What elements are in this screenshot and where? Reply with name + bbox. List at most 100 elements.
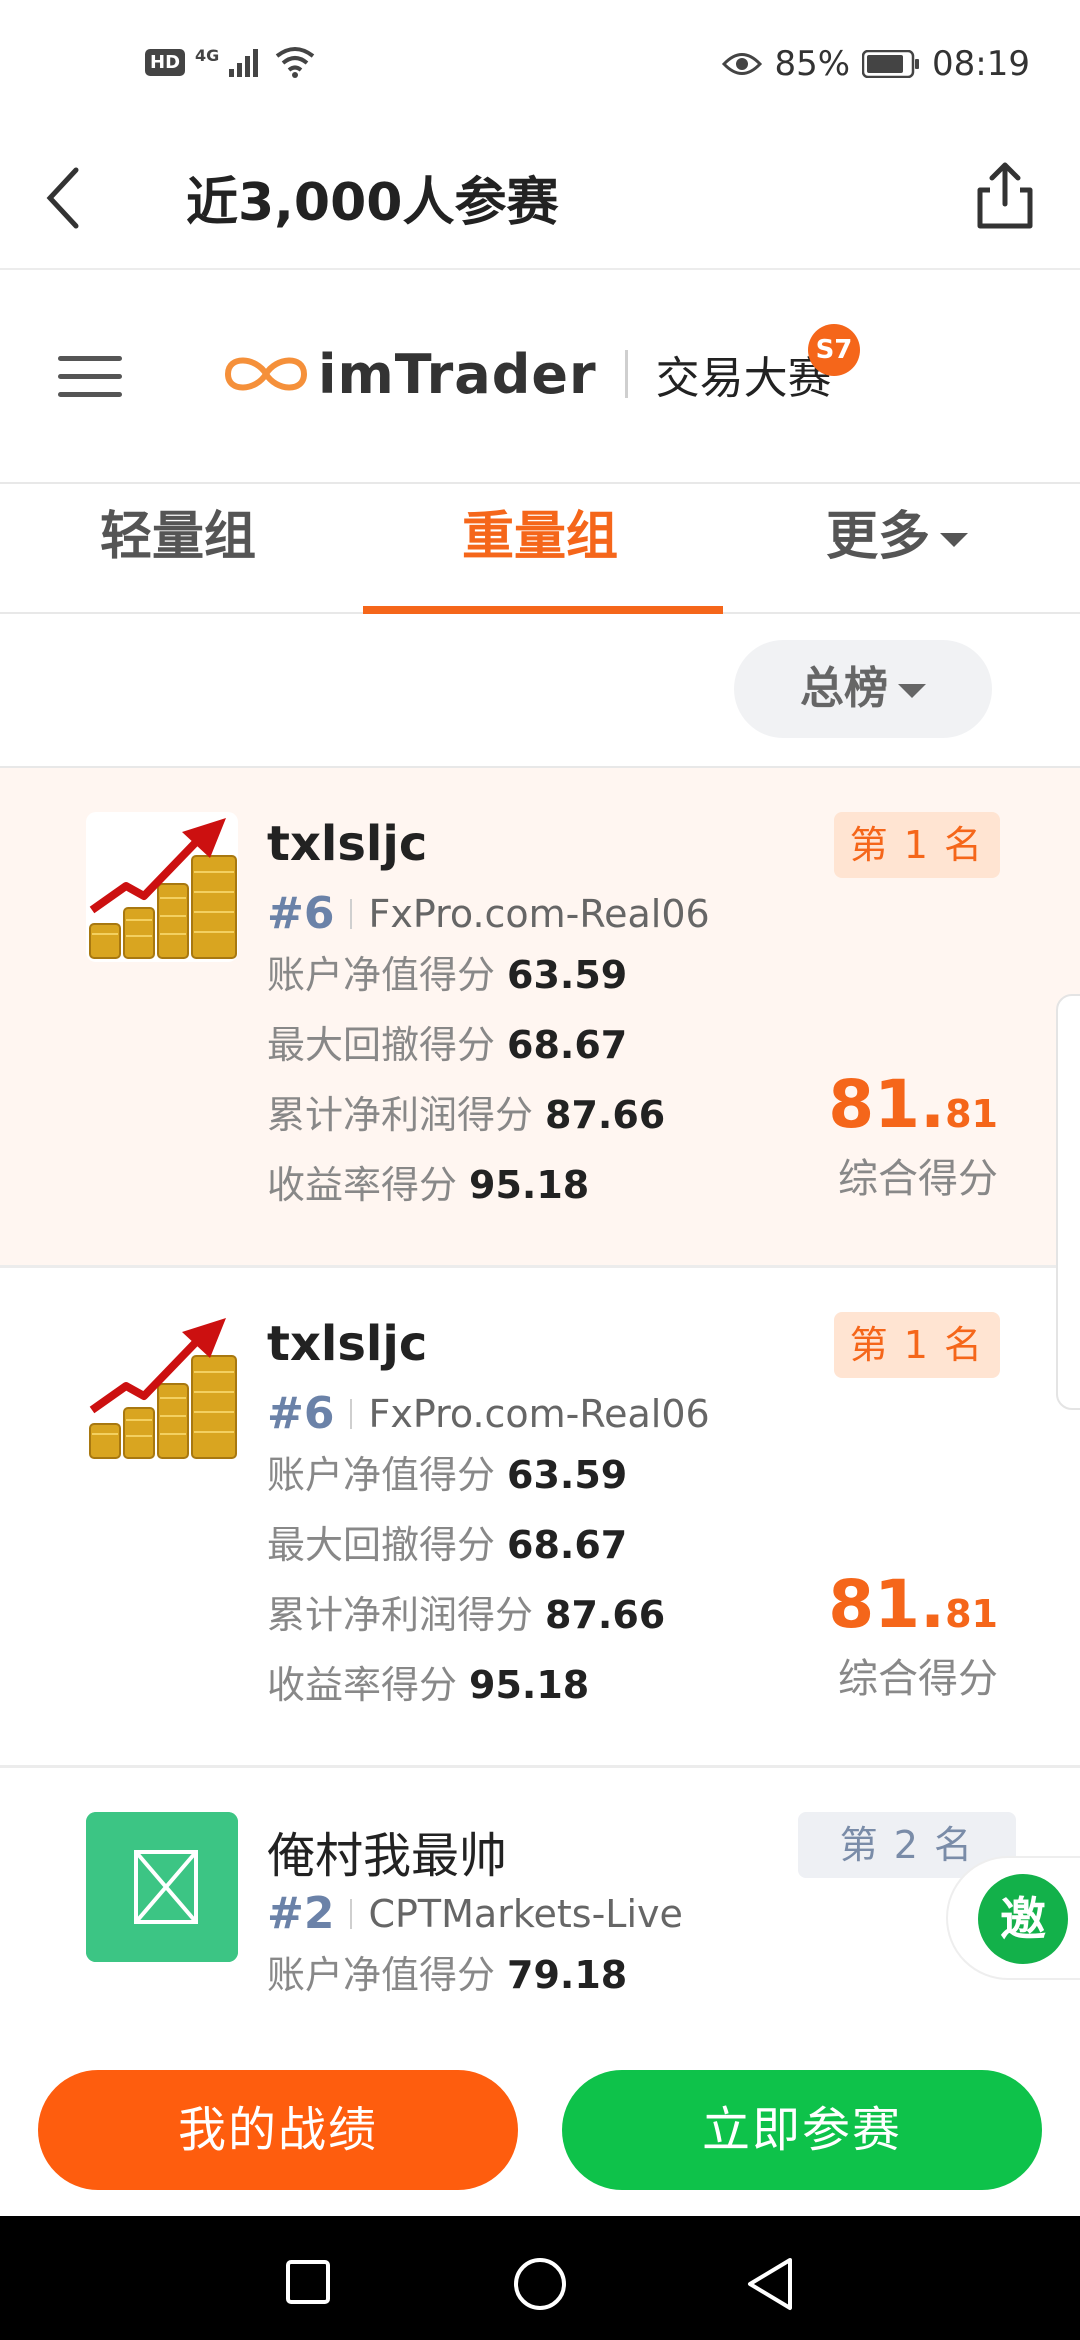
metric-row: 最大回撤得分 68.67 (267, 1014, 627, 1069)
score-integer: 81. (828, 1566, 946, 1643)
ranking-filter-button[interactable]: 总榜 (734, 640, 992, 738)
hd-icon: HD (145, 48, 186, 76)
bottom-action-bar: 我的战绩 立即参赛 (0, 2010, 1080, 2216)
status-bar: HD 4G 85% 08:19 (0, 0, 1080, 130)
network-label: 4G (195, 46, 220, 65)
group-tabs: 轻量组 重量组 更多 (0, 482, 1080, 614)
account-info: #2 CPTMarkets-Live (267, 1888, 683, 1939)
invite-floating-button[interactable]: 邀 (946, 1856, 1080, 1980)
side-drawer-handle[interactable] (1056, 994, 1080, 1410)
brand-row: imTrader 交易大赛 S7 (0, 272, 1080, 480)
score-label: 综合得分 (838, 1156, 998, 1202)
filter-label: 总榜 (800, 663, 888, 714)
active-tab-indicator (363, 606, 723, 614)
title-bar: 近3,000人参赛 (0, 130, 1080, 270)
metric-row: 收益率得分 95.18 (267, 1154, 589, 1209)
brand-subtitle: 交易大赛 (655, 353, 832, 404)
metric-label: 账户净值得分 (267, 953, 496, 997)
divider (350, 1898, 353, 1929)
leaderboard-entry[interactable]: txlsljc #6 FxPro.com-Real06 账户净值得分 63.59 … (0, 1268, 1080, 1768)
metric-value: 79.18 (507, 1953, 628, 1997)
server-name: FxPro.com-Real06 (368, 891, 710, 936)
account-id: #6 (267, 1388, 335, 1439)
metric-value: 87.66 (545, 1593, 666, 1637)
tab-heavy[interactable]: 重量组 (462, 494, 618, 569)
metric-row: 账户净值得分 63.59 (267, 944, 627, 999)
image-placeholder-icon (86, 1812, 238, 1962)
tab-more-label: 更多 (826, 507, 931, 567)
my-record-button[interactable]: 我的战绩 (38, 2070, 518, 2190)
tab-more[interactable]: 更多 (826, 494, 969, 569)
invite-icon: 邀 (978, 1874, 1068, 1964)
nav-back-icon[interactable] (744, 2256, 796, 2312)
score-decimal: 81 (945, 1092, 998, 1136)
metric-label: 累计净利润得分 (267, 1093, 534, 1137)
total-score: 81.81 (828, 1066, 998, 1143)
chevron-down-icon (898, 684, 926, 698)
metric-label: 最大回撤得分 (267, 1523, 496, 1567)
metric-label: 账户净值得分 (267, 1453, 496, 1497)
join-now-button[interactable]: 立即参赛 (562, 2070, 1042, 2190)
metric-label: 账户净值得分 (267, 1953, 496, 1997)
battery-icon (862, 50, 920, 78)
metric-row: 收益率得分 95.18 (267, 1654, 589, 1709)
wifi-icon (276, 47, 315, 78)
username: 俺村我最帅 (267, 1828, 508, 1884)
hamburger-menu-icon[interactable] (58, 356, 122, 400)
battery-percent: 85% (774, 44, 851, 84)
tab-light[interactable]: 轻量组 (100, 494, 256, 569)
recent-apps-icon[interactable] (284, 2258, 332, 2306)
season-badge: S7 (808, 324, 860, 376)
filter-row: 总榜 (0, 616, 1080, 768)
account-info: #6 FxPro.com-Real06 (267, 888, 710, 939)
home-icon[interactable] (512, 2256, 568, 2312)
logo-text: imTrader (318, 342, 597, 406)
back-arrow-icon[interactable] (36, 158, 96, 238)
share-icon[interactable] (970, 156, 1040, 236)
divider (350, 898, 353, 929)
metric-row: 最大回撤得分 68.67 (267, 1514, 627, 1569)
metric-value: 95.18 (469, 1163, 590, 1207)
avatar (86, 1312, 238, 1462)
metric-value: 68.67 (507, 1023, 628, 1067)
rank-badge: 第 1 名 (833, 1312, 1000, 1378)
username: txlsljc (267, 816, 428, 872)
brand-divider (624, 350, 628, 398)
page-title: 近3,000人参赛 (186, 173, 559, 233)
avatar-placeholder (86, 1812, 238, 1962)
clock: 08:19 (932, 44, 1030, 84)
score-integer: 81. (828, 1066, 946, 1143)
username: txlsljc (267, 1316, 428, 1372)
total-score: 81.81 (828, 1566, 998, 1643)
metric-value: 95.18 (469, 1663, 590, 1707)
signal-icon (229, 49, 259, 77)
system-nav-bar (0, 2216, 1080, 2340)
metric-value: 63.59 (507, 1453, 628, 1497)
score-label: 综合得分 (838, 1656, 998, 1702)
metric-label: 收益率得分 (267, 1663, 458, 1707)
metric-row: 累计净利润得分 87.66 (267, 1584, 665, 1639)
leaderboard-entry[interactable]: txlsljc #6 FxPro.com-Real06 账户净值得分 63.59 … (0, 768, 1080, 1268)
metric-row: 账户净值得分 79.18 (267, 1944, 627, 1999)
metric-row: 累计净利润得分 87.66 (267, 1084, 665, 1139)
avatar (86, 812, 238, 962)
metric-value: 87.66 (545, 1093, 666, 1137)
divider (350, 1398, 353, 1429)
metric-row: 账户净值得分 63.59 (267, 1444, 627, 1499)
rank-badge: 第 1 名 (833, 812, 1000, 878)
metric-value: 63.59 (507, 953, 628, 997)
leaderboard-entry[interactable]: 俺村我最帅 #2 CPTMarkets-Live 账户净值得分 79.18 第 2… (0, 1768, 1080, 2010)
metric-label: 最大回撤得分 (267, 1023, 496, 1067)
metric-label: 累计净利润得分 (267, 1593, 534, 1637)
metric-value: 68.67 (507, 1523, 628, 1567)
metric-label: 收益率得分 (267, 1163, 458, 1207)
gold-coins-chart-icon (86, 812, 238, 962)
score-decimal: 81 (945, 1592, 998, 1636)
gold-coins-chart-icon (86, 1312, 238, 1462)
eye-icon (722, 53, 763, 75)
brand-logo: imTrader 交易大赛 (220, 342, 832, 406)
server-name: CPTMarkets-Live (368, 1891, 683, 1936)
chevron-down-icon (940, 533, 969, 547)
account-id: #2 (267, 1888, 335, 1939)
account-id: #6 (267, 888, 335, 939)
